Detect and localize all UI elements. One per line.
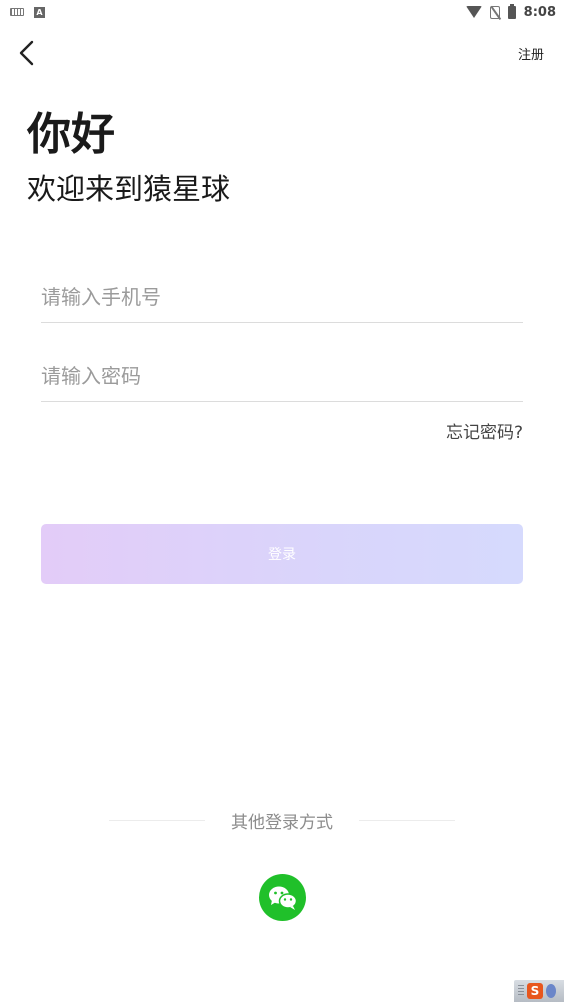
chevron-left-icon	[19, 40, 34, 66]
phone-input[interactable]	[41, 271, 523, 322]
ime-tray[interactable]: S	[514, 980, 564, 1002]
login-screen: A 8:08 注册 你好 欢迎来到猿星球 忘记密码? 登录 其他登录方式	[0, 0, 564, 1002]
a-icon: A	[34, 6, 45, 18]
phone-field	[41, 271, 523, 323]
wechat-login-button[interactable]	[259, 874, 306, 921]
register-link[interactable]: 注册	[518, 44, 544, 63]
sogou-icon: S	[527, 983, 543, 999]
divider-right	[359, 819, 455, 821]
wechat-icon	[268, 886, 297, 910]
status-bar: A 8:08	[0, 0, 564, 24]
login-button[interactable]: 登录	[41, 524, 523, 584]
status-left: A	[10, 6, 45, 18]
battery-icon	[507, 3, 516, 19]
ime-mode-icon	[546, 984, 556, 998]
back-button[interactable]	[14, 36, 44, 70]
other-login-label: 其他登录方式	[231, 812, 333, 833]
forgot-password-link[interactable]: 忘记密码?	[446, 418, 523, 443]
status-right: 8:08	[465, 3, 556, 20]
password-input[interactable]	[41, 350, 523, 401]
welcome-subtitle: 欢迎来到猿星球	[27, 172, 231, 206]
greeting-title: 你好	[27, 109, 115, 160]
divider-left	[109, 819, 205, 821]
other-login-section: 其他登录方式	[0, 808, 564, 833]
password-field	[41, 350, 523, 402]
wifi-icon	[465, 6, 482, 18]
status-time: 8:08	[523, 4, 556, 20]
grip-icon	[518, 985, 524, 997]
no-sim-icon	[489, 5, 500, 19]
keyboard-icon	[10, 8, 24, 16]
